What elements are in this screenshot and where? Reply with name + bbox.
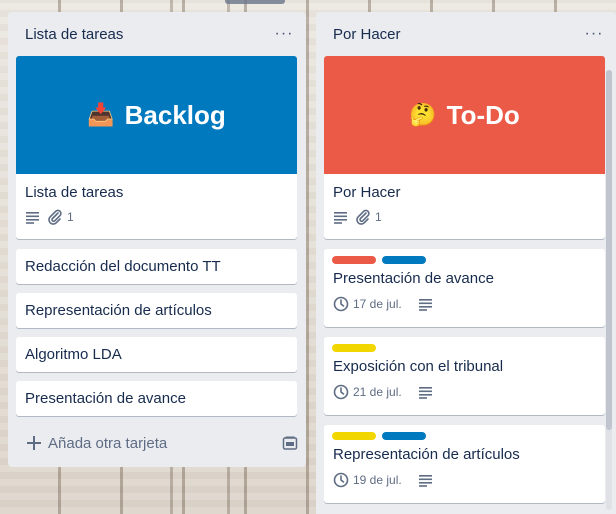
card-cover: 📥 Backlog [16,56,297,174]
attachment-count: 1 [67,210,74,224]
list-header: Lista de tareas ··· [8,12,306,56]
add-card-label: Añada otra tarjeta [48,434,168,452]
card-cover: 🤔 To-Do [324,56,605,174]
description-lines-icon [25,210,41,224]
list-title[interactable]: Lista de tareas [25,26,123,43]
card-title: Representación de artículos [25,302,212,319]
add-card-button[interactable]: Añada otra tarjeta [26,435,167,452]
inbox-tray-icon: 📥 [87,102,115,127]
due-date-badge: 21 de jul. [333,384,402,400]
list-item[interactable]: Redacción del documento TT [16,249,297,284]
card-badges: 21 de jul. [324,384,605,400]
attachment-badge: 1 [47,209,74,225]
due-date: 19 de jul. [353,473,402,487]
list-item[interactable]: Representación de artículos [16,293,297,328]
list-item[interactable]: Presentación de avance 17 de jul. [324,249,605,327]
list-item[interactable]: Exposición con el tribunal 21 de jul. [324,337,605,415]
due-date: 17 de jul. [353,297,402,311]
list-header: Por Hacer ··· [316,12,616,56]
paperclip-icon [355,209,371,225]
list-lista-de-tareas: Lista de tareas ··· 📥 Backlog Lista de t… [8,12,306,467]
clock-icon [333,384,349,400]
list-scrollbar[interactable] [606,70,612,510]
list-item[interactable]: Presentación de avance [16,381,297,416]
card-title: Por Hacer [333,184,401,201]
card-badges: 17 de jul. [324,296,605,312]
plus-icon [26,435,42,451]
add-card-composer: Añada otra tarjeta [26,432,298,454]
clock-icon [333,472,349,488]
card-labels [324,249,605,264]
due-date: 21 de jul. [353,385,402,399]
label-blue[interactable] [382,256,426,264]
cover-text: To-Do [446,99,520,130]
card-labels [324,337,605,352]
attachment-count: 1 [375,210,382,224]
thinking-face-icon: 🤔 [409,102,437,127]
card-title: Presentación de avance [333,270,494,287]
attachment-badge: 1 [355,209,382,225]
list-title[interactable]: Por Hacer [333,26,401,43]
card-title: Presentación de avance [25,390,186,407]
description-lines-icon [418,385,434,399]
cover-card[interactable]: 🤔 To-Do Por Hacer 1 [324,56,605,239]
cover-card[interactable]: 📥 Backlog Lista de tareas 1 [16,56,297,239]
paperclip-icon [47,209,63,225]
ellipsis-icon[interactable]: ··· [274,25,294,43]
cover-text: Backlog [124,99,226,130]
clock-icon [333,296,349,312]
card-title: Algoritmo LDA [25,346,122,363]
scrollbar-thumb[interactable] [606,70,612,430]
label-yellow[interactable] [332,344,376,352]
card-title: Redacción del documento TT [25,258,221,275]
card-badges: 1 [16,209,297,225]
card-badges: 19 de jul. [324,472,605,488]
card-badges: 1 [324,209,605,225]
list-item[interactable]: Representación de artículos 19 de jul. [324,425,605,503]
due-date-badge: 19 de jul. [333,472,402,488]
label-red[interactable] [332,256,376,264]
board-handle [225,0,285,4]
list-por-hacer: Por Hacer ··· 🤔 To-Do Por Hacer 1 Presen [316,12,616,514]
description-lines-icon [418,297,434,311]
label-yellow[interactable] [332,432,376,440]
card-title: Exposición con el tribunal [333,358,504,375]
description-lines-icon [333,210,349,224]
card-template-icon[interactable] [282,435,298,451]
card-title: Representación de artículos [333,446,520,463]
card-title: Lista de tareas [25,184,124,201]
due-date-badge: 17 de jul. [333,296,402,312]
card-labels [324,425,605,440]
label-blue[interactable] [382,432,426,440]
description-lines-icon [418,473,434,487]
ellipsis-icon[interactable]: ··· [584,25,604,43]
list-item[interactable]: Algoritmo LDA [16,337,297,372]
